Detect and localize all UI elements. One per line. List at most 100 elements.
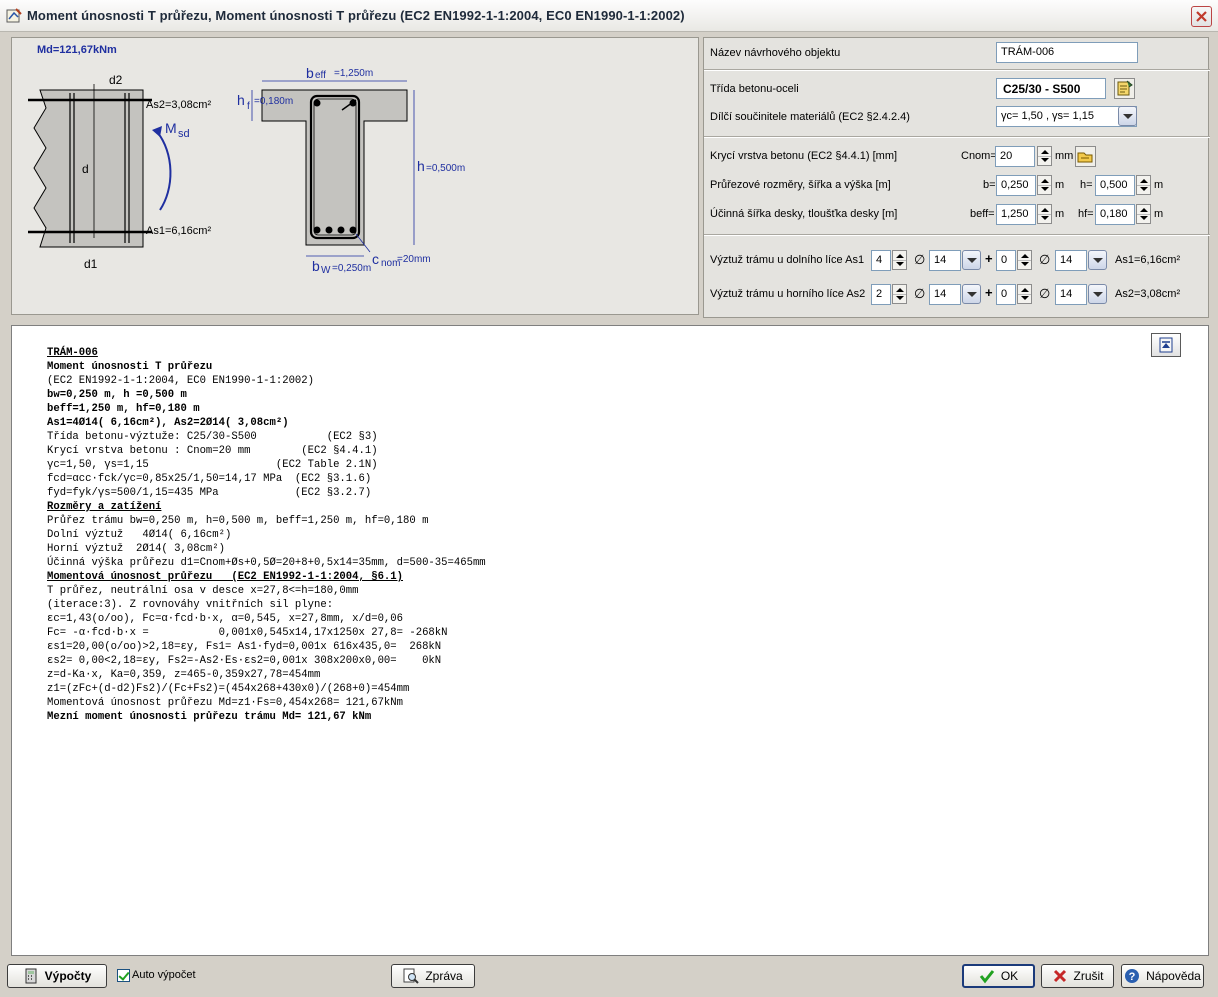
- bottom-count-2-spinner[interactable]: [1017, 250, 1032, 270]
- svg-text:W: W: [321, 265, 331, 276]
- close-button[interactable]: [1191, 6, 1212, 27]
- b-label: b=: [983, 179, 996, 191]
- t-section: [261, 89, 408, 246]
- report-button[interactable]: Zpráva: [391, 964, 475, 988]
- report-line: fyd=fyk/γs=500/1,15=435 MPa (EC2 §3.2.7): [47, 487, 372, 499]
- report-line: Momentová únosnost průřezu (EC2 EN1992-1…: [47, 571, 404, 583]
- report-line: γc=1,50, γs=1,15 (EC2 Table 2.1N): [47, 459, 378, 471]
- h-spinner[interactable]: [1136, 175, 1151, 195]
- bottom-rebar-label: Výztuž trámu u dolního líce As1: [710, 254, 865, 266]
- report-line: beff=1,250 m, hf=0,180 m: [47, 403, 200, 415]
- class-library-button[interactable]: [1114, 78, 1135, 99]
- md-label: Md=121,67kNm: [37, 44, 117, 56]
- svg-text:eff: eff: [315, 70, 326, 81]
- report-line: (iterace:3). Z rovnováhy vnitřních sil p…: [47, 599, 334, 611]
- report-text: TRÁM-006 Moment únosnosti T průřezu (EC2 E…: [47, 346, 486, 724]
- cnom-spinner[interactable]: [1037, 146, 1052, 166]
- top-bar: [349, 99, 357, 107]
- calculator-icon: [23, 968, 39, 984]
- cancel-button[interactable]: Zrušit: [1041, 964, 1114, 988]
- svg-text:f: f: [247, 101, 250, 112]
- top-count-2-spinner[interactable]: [1017, 284, 1032, 304]
- h-label: h=: [1080, 179, 1093, 191]
- bottom-count-1-spinner[interactable]: [892, 250, 907, 270]
- top-rebar-label: Výztuž trámu u horního líce As2: [710, 288, 866, 300]
- section-drawing: Md=121,67kNm d d2 d1 As2=3,08cm² As1=6,1…: [11, 37, 699, 315]
- beff-unit: m: [1055, 208, 1065, 220]
- diameter-icon: ∅: [1039, 252, 1051, 267]
- top-diameter-1-dropdown[interactable]: [962, 284, 981, 304]
- svg-text:=20mm: =20mm: [397, 254, 431, 265]
- b-spinner[interactable]: [1037, 175, 1052, 195]
- checkmark-icon: [979, 968, 995, 984]
- cancel-label: Zrušit: [1073, 969, 1104, 983]
- question-icon: ?: [1124, 968, 1140, 984]
- x-icon: [1052, 968, 1068, 984]
- top-diameter-1[interactable]: 14: [929, 284, 961, 305]
- report-line: Krycí vrstva betonu : Cnom=20 mm (EC2 §4…: [47, 445, 378, 457]
- beff-spinner[interactable]: [1037, 204, 1052, 224]
- h-input[interactable]: 0,500: [1095, 175, 1135, 196]
- top-count-1-spinner[interactable]: [892, 284, 907, 304]
- bottom-bar: [325, 226, 333, 234]
- bottom-count-2[interactable]: 0: [996, 250, 1016, 271]
- cover-tool-icon: [1077, 152, 1093, 163]
- concrete-class-field[interactable]: C25/30 - S500: [996, 78, 1106, 99]
- cnom-input[interactable]: 20: [995, 146, 1035, 167]
- h-label: h: [417, 158, 425, 174]
- bottom-diameter-2-dropdown[interactable]: [1088, 250, 1107, 270]
- ok-button[interactable]: OK: [962, 964, 1035, 988]
- bottom-diameter-1[interactable]: 14: [929, 250, 961, 271]
- report-line: As1=4Ø14( 6,16cm²), As2=2Ø14( 3,08cm²): [47, 417, 289, 429]
- eff-label: Účinná šířka desky, tloušťka desky [m]: [710, 208, 898, 220]
- factors-label: Dílčí součinitele materiálů (EC2 §2.4.2.…: [710, 111, 910, 123]
- calculations-button[interactable]: Výpočty: [7, 964, 107, 988]
- top-bar: [313, 99, 321, 107]
- d1-label: d1: [84, 257, 98, 271]
- report-line: TRÁM-006: [47, 347, 98, 359]
- top-count-1[interactable]: 2: [871, 284, 891, 305]
- auto-calc-checkbox[interactable]: [117, 969, 130, 982]
- report-line: Účinná výška průřezu d1=Cnom+Øs+0,5Ø=20+…: [47, 557, 486, 569]
- beff-label: b: [306, 65, 314, 81]
- h-unit: m: [1154, 179, 1164, 191]
- bottom-count-1[interactable]: 4: [871, 250, 891, 271]
- svg-text:?: ?: [1129, 971, 1136, 983]
- report-line: bw=0,250 m, h =0,500 m: [47, 389, 187, 401]
- report-line: z=d-Ka·x, Ka=0,359, z=465-0,359x27,78=45…: [47, 669, 321, 681]
- b-input[interactable]: 0,250: [996, 175, 1036, 196]
- scroll-top-button[interactable]: [1151, 333, 1181, 357]
- cover-tool-button[interactable]: [1075, 146, 1096, 167]
- beff-input[interactable]: 1,250: [996, 204, 1036, 225]
- report-line: εc=1,43(o/oo), Fc=α·fcd·b·x, α=0,545, x=…: [47, 613, 404, 625]
- report-panel[interactable]: TRÁM-006 Moment únosnosti T průřezu (EC2 E…: [11, 325, 1209, 956]
- title-bar[interactable]: Moment únosnosti T průřezu, Moment únosn…: [0, 0, 1218, 32]
- hf-label: h: [237, 92, 245, 108]
- report-line: Rozměry a zatížení: [47, 501, 162, 513]
- bottom-diameter-2[interactable]: 14: [1055, 250, 1087, 271]
- report-line: (EC2 EN1992-1-1:2004, EC0 EN1990-1-1:200…: [47, 375, 315, 387]
- help-label: Nápověda: [1146, 969, 1201, 983]
- input-panel: Název návrhového objektu TRÁM-006 Třída …: [703, 37, 1210, 318]
- scroll-top-icon: [1159, 337, 1173, 353]
- factors-dropdown-button[interactable]: [1118, 106, 1137, 126]
- report-line: Třída betonu-výztuže: C25/30-S500 (EC2 §…: [47, 431, 378, 443]
- name-input[interactable]: TRÁM-006: [996, 42, 1138, 63]
- msd-label: M: [165, 120, 177, 136]
- svg-text:sd: sd: [178, 128, 190, 140]
- report-line: εs2= 0,00<2,18=εy, Fs2=-As2·Es·εs2=0,001…: [47, 655, 442, 667]
- hf-unit: m: [1154, 208, 1164, 220]
- top-diameter-2-dropdown[interactable]: [1088, 284, 1107, 304]
- hf-input[interactable]: 0,180: [1095, 204, 1135, 225]
- section-drawing-svg: Md=121,67kNm d d2 d1 As2=3,08cm² As1=6,1…: [28, 44, 465, 276]
- b-unit: m: [1055, 179, 1065, 191]
- report-line: Mezní moment únosnosti průřezu trámu Md=…: [47, 711, 372, 723]
- top-count-2[interactable]: 0: [996, 284, 1016, 305]
- hf-spinner[interactable]: [1136, 204, 1151, 224]
- factors-select[interactable]: γc= 1,50 , γs= 1,15: [996, 106, 1137, 127]
- help-button[interactable]: ? Nápověda: [1121, 964, 1204, 988]
- auto-calc-label: Auto výpočet: [132, 969, 196, 981]
- bottom-diameter-1-dropdown[interactable]: [962, 250, 981, 270]
- bottom-bar: [313, 226, 321, 234]
- top-diameter-2[interactable]: 14: [1055, 284, 1087, 305]
